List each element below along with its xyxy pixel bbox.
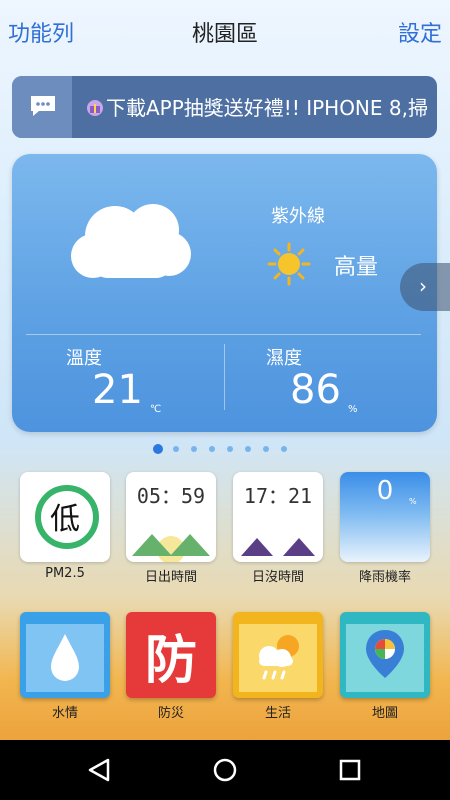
- disaster-glyph: 防: [144, 631, 197, 691]
- pm25-label: PM2.5: [45, 566, 85, 581]
- page-dot[interactable]: [227, 446, 233, 452]
- sunset-time: 17：21: [243, 484, 313, 508]
- cloud-icon: [71, 204, 191, 278]
- page-dot[interactable]: [245, 446, 251, 452]
- map-pin-icon: [346, 624, 424, 692]
- life-label: 生活: [264, 706, 291, 721]
- pm25-tile[interactable]: 低: [20, 472, 110, 562]
- sunset-icon: [241, 538, 315, 556]
- sunrise-tile[interactable]: 05：59: [126, 472, 216, 562]
- home-icon[interactable]: [213, 758, 237, 782]
- page-dot[interactable]: [191, 446, 197, 452]
- water-drop-icon: [26, 624, 104, 692]
- sunset-label: 日沒時間: [251, 570, 304, 585]
- disaster-button[interactable]: 防: [126, 612, 216, 698]
- recent-apps-icon[interactable]: [339, 759, 361, 781]
- life-button[interactable]: [233, 612, 323, 698]
- disaster-label: 防災: [157, 706, 184, 721]
- sunrise-label: 日出時間: [144, 570, 197, 585]
- banner-text-wrap: 下載APP抽獎送好禮!! IPHONE 8,掃: [86, 92, 428, 121]
- banner-text: 下載APP抽獎送好禮!! IPHONE 8,掃: [106, 96, 428, 120]
- humidity-unit: %: [348, 404, 358, 415]
- weather-card[interactable]: 紫外線 高量 溫度 21 ℃ 濕度 86 %: [12, 154, 437, 432]
- back-icon[interactable]: [88, 758, 110, 782]
- sun-icon: [267, 242, 311, 286]
- page-dot[interactable]: [263, 446, 269, 452]
- sunrise-icon: [132, 534, 210, 562]
- gift-icon: [87, 100, 103, 116]
- humidity-value: 86: [290, 367, 341, 413]
- next-page-button[interactable]: ›: [400, 263, 450, 311]
- settings-button[interactable]: 設定: [398, 16, 442, 48]
- system-nav-bar: [0, 740, 450, 800]
- page-dot[interactable]: [173, 446, 179, 452]
- map-button[interactable]: [340, 612, 430, 698]
- chevron-right-icon: ›: [419, 274, 427, 298]
- temperature-unit: ℃: [150, 404, 162, 415]
- water-label: 水情: [51, 706, 78, 721]
- page-dot[interactable]: [209, 446, 215, 452]
- announcement-banner[interactable]: 下載APP抽獎送好禮!! IPHONE 8,掃: [12, 76, 437, 138]
- rain-label: 降雨機率: [358, 570, 411, 585]
- sunset-tile[interactable]: 17：21: [233, 472, 323, 562]
- cloud-sun-rain-icon: [239, 624, 317, 692]
- uv-value: 高量: [334, 255, 379, 280]
- card-divider: [26, 334, 421, 335]
- uv-label: 紫外線: [271, 206, 325, 227]
- page-dot[interactable]: [153, 444, 163, 454]
- map-label: 地圖: [371, 706, 398, 721]
- card-divider-vertical: [224, 344, 225, 410]
- top-bar: 功能列 桃園區 設定: [0, 0, 450, 62]
- page-dot[interactable]: [281, 446, 287, 452]
- chat-bubble-icon: [31, 96, 55, 116]
- pm25-value: 低: [50, 502, 80, 537]
- menu-button[interactable]: 功能列: [8, 16, 74, 48]
- rain-unit: %: [409, 497, 417, 506]
- message-icon-box: [12, 76, 72, 138]
- rain-tile[interactable]: 0 %: [340, 472, 430, 562]
- sunrise-time: 05：59: [136, 484, 206, 508]
- temperature-value: 21: [92, 367, 143, 413]
- water-button[interactable]: [20, 612, 110, 698]
